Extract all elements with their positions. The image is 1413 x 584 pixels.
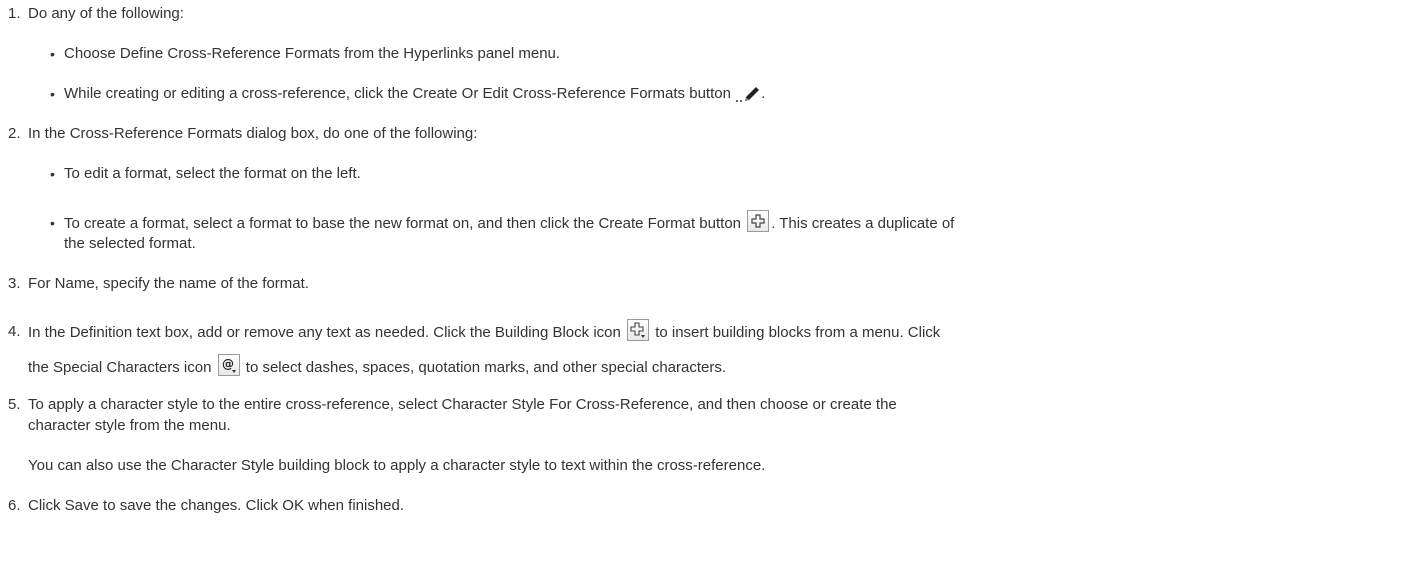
bullet-text: Choose Define Cross-Reference Formats fr…	[64, 45, 561, 62]
step-number: 3.	[8, 275, 21, 292]
step-number: 4.	[8, 323, 21, 340]
step-text-part: In the Definition text box, add or remov…	[28, 323, 621, 341]
pencil-icon	[735, 85, 761, 103]
bullet-text-part: To create a format, select a format to b…	[64, 214, 742, 232]
step-text: character style from the menu.	[28, 417, 231, 434]
bullet-text: While creating or editing a cross-refere…	[64, 84, 765, 104]
building-block-icon	[627, 319, 650, 341]
step-text: For Name, specify the name of the format…	[28, 275, 309, 292]
step-text: To apply a character style to the entire…	[28, 396, 897, 413]
bullet-marker: •	[50, 166, 55, 182]
step-text: Do any of the following:	[28, 5, 184, 22]
bullet-text: To create a format, select a format to b…	[64, 210, 955, 235]
bullet-text-part: While creating or editing a cross-refere…	[64, 85, 731, 102]
step-text: In the Definition text box, add or remov…	[28, 319, 941, 344]
bullet-marker: •	[50, 215, 55, 231]
bullet-marker: •	[50, 86, 55, 102]
step-text: Click Save to save the changes. Click OK…	[28, 497, 405, 514]
step-number: 2.	[8, 125, 21, 142]
step-number: 6.	[8, 497, 21, 514]
svg-text:@: @	[222, 357, 234, 371]
step-text: In the Cross-Reference Formats dialog bo…	[28, 125, 478, 142]
bullet-marker: •	[50, 46, 55, 62]
plus-icon	[747, 210, 770, 232]
step-note: You can also use the Character Style bui…	[28, 457, 766, 474]
bullet-text: To edit a format, select the format on t…	[64, 165, 361, 182]
step-number: 1.	[8, 5, 21, 22]
bullet-text-part: .	[761, 85, 766, 102]
at-sign-icon: @	[217, 354, 240, 376]
step-text-part: to insert building blocks from a menu. C…	[655, 323, 941, 341]
step-number: 5.	[8, 396, 21, 413]
step-text: the Special Characters icon @ to select …	[28, 354, 727, 379]
step-text-part: the Special Characters icon	[28, 358, 212, 376]
bullet-text-part: . This creates a duplicate of	[771, 214, 955, 232]
bullet-text: the selected format.	[64, 235, 196, 252]
step-text-part: to select dashes, spaces, quotation mark…	[245, 358, 727, 376]
